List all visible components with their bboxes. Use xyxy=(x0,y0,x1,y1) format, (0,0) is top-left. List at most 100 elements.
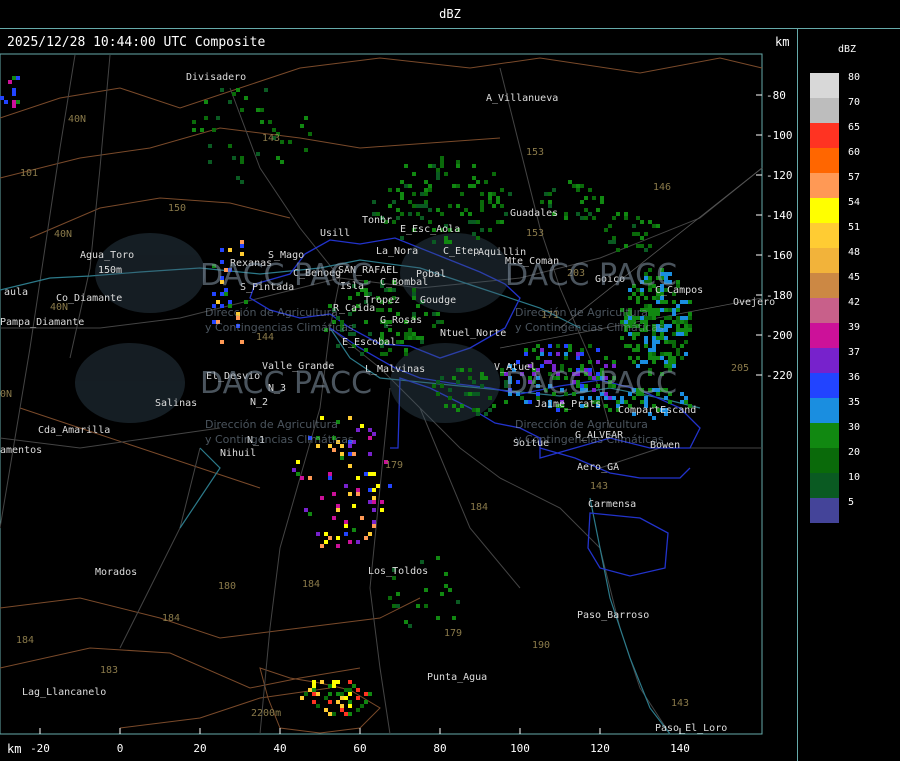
echo-pixel xyxy=(652,356,656,360)
echo-pixel xyxy=(480,208,484,212)
echo-pixel xyxy=(352,684,356,688)
echo-pixel xyxy=(336,544,340,548)
echo-pixel xyxy=(636,300,640,304)
echo-pixel xyxy=(652,348,656,352)
echo-pixel xyxy=(448,396,452,400)
echo-pixel xyxy=(428,208,432,212)
echo-pixel xyxy=(440,160,444,164)
echo-pixel xyxy=(644,336,648,340)
echo-pixel xyxy=(344,688,348,692)
echo-pixel xyxy=(328,692,332,696)
echo-pixel xyxy=(472,232,476,236)
echo-pixel xyxy=(236,88,240,92)
echo-pixel xyxy=(648,352,652,356)
echo-pixel xyxy=(360,516,364,520)
echo-pixel xyxy=(556,352,560,356)
echo-pixel xyxy=(396,332,400,336)
road-number-label: 184 xyxy=(16,635,34,646)
echo-pixel xyxy=(596,348,600,352)
echo-pixel xyxy=(588,188,592,192)
echo-pixel xyxy=(492,192,496,196)
echo-pixel xyxy=(612,240,616,244)
radar-map-panel[interactable]: Divisadero A_Villanueva Guadales Usill Tonbr… xyxy=(0,28,798,761)
echo-pixel xyxy=(628,356,632,360)
legend-label-51: 51 xyxy=(848,222,861,233)
echo-pixel xyxy=(592,216,596,220)
echo-pixel xyxy=(400,340,404,344)
legend-label-42: 42 xyxy=(848,297,861,308)
echo-pixel xyxy=(580,216,584,220)
legend-label-35: 35 xyxy=(848,397,861,408)
echo-pixel xyxy=(364,536,368,540)
echo-pixel xyxy=(300,696,304,700)
echo-pixel xyxy=(432,384,436,388)
echo-pixel xyxy=(656,300,660,304)
echo-pixel xyxy=(324,708,328,712)
place-label: C_Etep xyxy=(443,246,479,257)
place-label: Ntuel_Norte xyxy=(440,328,506,339)
echo-pixel xyxy=(488,408,492,412)
watermark-logo-3: DACC PACC xyxy=(505,258,677,293)
echo-pixel xyxy=(684,300,688,304)
echo-pixel xyxy=(408,328,412,332)
echo-pixel xyxy=(604,228,608,232)
echo-pixel xyxy=(444,404,448,408)
echo-pixel xyxy=(596,360,600,364)
echo-pixel xyxy=(300,124,304,128)
echo-pixel xyxy=(232,156,236,160)
echo-pixel xyxy=(244,300,248,304)
echo-pixel xyxy=(380,500,384,504)
radar-map[interactable]: Divisadero A_Villanueva Guadales Usill Tonbr… xyxy=(0,28,797,761)
echo-pixel xyxy=(588,360,592,364)
echo-pixel xyxy=(412,172,416,176)
echo-pixel xyxy=(304,692,308,696)
echo-pixel xyxy=(584,216,588,220)
echo-pixel xyxy=(636,232,640,236)
echo-pixel xyxy=(480,200,484,204)
echo-pixel xyxy=(240,252,244,256)
echo-pixel xyxy=(396,592,400,596)
y-tick-label: -220 xyxy=(766,369,793,382)
echo-pixel xyxy=(676,316,680,320)
echo-pixel xyxy=(424,180,428,184)
echo-pixel xyxy=(388,328,392,332)
echo-pixel xyxy=(256,152,260,156)
echo-pixel xyxy=(328,684,332,688)
place-label: aula xyxy=(4,287,28,298)
echo-pixel xyxy=(372,520,376,524)
echo-pixel xyxy=(580,184,584,188)
place-label: Salinas xyxy=(155,398,197,409)
echo-pixel xyxy=(468,220,472,224)
echo-pixel xyxy=(472,176,476,180)
echo-pixel xyxy=(368,472,372,476)
echo-pixel xyxy=(492,204,496,208)
echo-pixel xyxy=(688,312,692,316)
echo-pixel xyxy=(424,192,428,196)
place-label: Paso_Barroso xyxy=(577,610,649,621)
place-label: A_Villanueva xyxy=(486,93,558,104)
echo-pixel xyxy=(636,348,640,352)
road-number-label: 179 xyxy=(385,460,403,471)
echo-pixel xyxy=(540,348,544,352)
echo-pixel xyxy=(480,204,484,208)
echo-pixel xyxy=(272,128,276,132)
echo-pixel xyxy=(540,352,544,356)
echo-pixel xyxy=(452,404,456,408)
echo-pixel xyxy=(580,200,584,204)
echo-pixel xyxy=(432,324,436,328)
echo-pixel xyxy=(672,340,676,344)
echo-pixel xyxy=(348,712,352,716)
echo-pixel xyxy=(348,680,352,684)
echo-pixel xyxy=(336,536,340,540)
echo-pixel xyxy=(488,228,492,232)
echo-pixel xyxy=(652,416,656,420)
echo-pixel xyxy=(480,192,484,196)
echo-pixel xyxy=(632,224,636,228)
x-tick-label: 0 xyxy=(117,742,124,755)
echo-pixel xyxy=(344,712,348,716)
echo-pixel xyxy=(632,232,636,236)
echo-pixel xyxy=(304,508,308,512)
echo-pixel xyxy=(568,348,572,352)
echo-pixel xyxy=(356,488,360,492)
echo-pixel xyxy=(584,196,588,200)
